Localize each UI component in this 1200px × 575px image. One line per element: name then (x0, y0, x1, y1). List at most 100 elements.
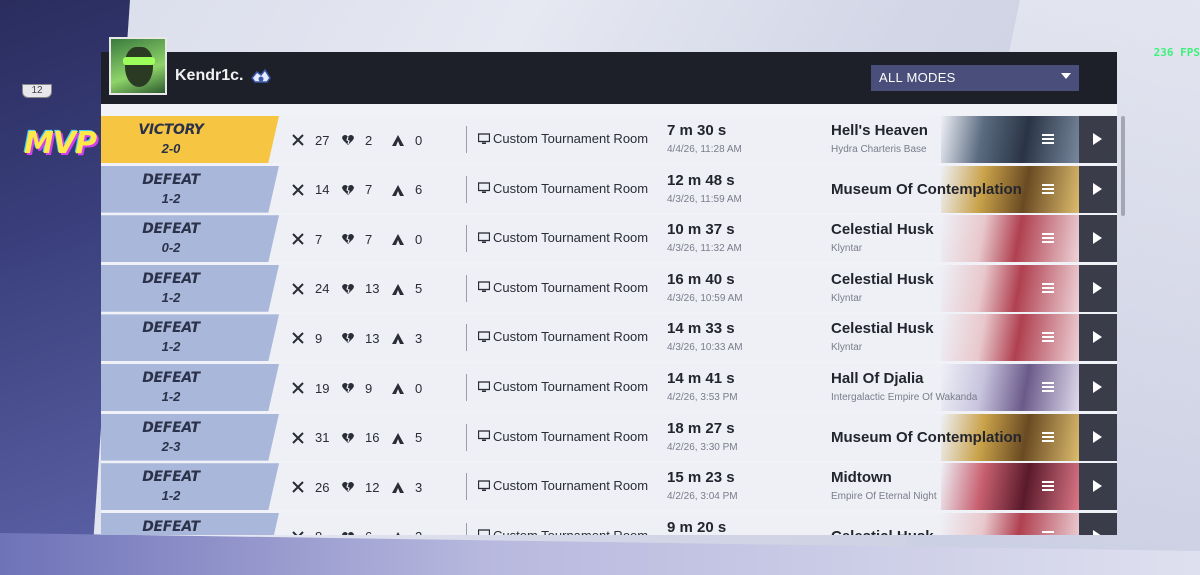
kills-value: 31 (315, 430, 330, 446)
broken-heart-icon (341, 480, 355, 494)
room-label: Custom Tournament Room (493, 131, 649, 146)
menu-icon[interactable] (1041, 231, 1055, 245)
match-row[interactable]: DEFEAT 1-2 26 12 3 Custom Tournament Roo… (101, 463, 1117, 511)
deaths-value: 2 (365, 132, 373, 148)
match-duration: 15 m 23 s (667, 469, 735, 487)
assist-icon (391, 232, 405, 246)
kills-value: 27 (315, 132, 330, 148)
kda-stats: 8 6 2 (291, 527, 441, 535)
menu-icon[interactable] (1041, 182, 1055, 196)
assist-icon (391, 282, 405, 296)
kills-value: 19 (315, 380, 330, 396)
result-badge: VICTORY 2-0 (101, 116, 279, 163)
result-label: DEFEAT (142, 320, 200, 337)
row-divider (466, 175, 467, 203)
menu-icon[interactable] (1041, 529, 1055, 535)
room-label: Custom Tournament Room (493, 329, 649, 345)
replay-button[interactable] (1079, 314, 1117, 362)
replay-button[interactable] (1079, 165, 1117, 213)
result-label: DEFEAT (142, 270, 200, 287)
monitor-icon (477, 430, 491, 442)
play-icon (1093, 281, 1102, 294)
room-label: Custom Tournament Room (493, 379, 649, 394)
avatar[interactable] (109, 37, 167, 95)
room-label: Custom Tournament Room (493, 528, 648, 535)
room-type: Custom Tournament Room (477, 478, 648, 493)
fps-counter: 236 FPS (1153, 46, 1200, 59)
match-row[interactable]: VICTORY 2-0 27 2 0 Custom Tournament Roo… (101, 116, 1117, 163)
match-row[interactable]: DEFEAT 2-3 31 16 5 Custom Tournament Roo… (101, 413, 1117, 461)
scrollbar[interactable] (1121, 116, 1125, 216)
map-name: Hell's Heaven (831, 122, 928, 139)
broken-heart-icon (341, 530, 355, 535)
play-icon (1093, 480, 1102, 493)
room-type: Custom Tournament Room (477, 329, 649, 345)
match-row[interactable]: DEFEAT 1-2 24 13 5 Custom Tournament Roo… (101, 264, 1117, 312)
match-row[interactable]: DEFEAT 0-2 7 7 0 Custom Tournament Room … (101, 215, 1117, 263)
match-row[interactable]: DEFEAT 8 6 2 Custom Tournament Room 9 m … (101, 512, 1117, 535)
result-badge: DEFEAT 1-2 (101, 314, 279, 362)
menu-icon[interactable] (1041, 380, 1055, 394)
match-duration: 7 m 30 s (667, 122, 727, 139)
match-date: 4/3/26, 11:32 AM (667, 243, 742, 255)
row-divider (466, 324, 467, 352)
chevron-down-icon (1061, 73, 1071, 79)
assists-value: 2 (405, 529, 441, 535)
menu-icon[interactable] (1041, 479, 1055, 493)
map-region: Klyntar (831, 292, 863, 304)
menu-icon[interactable] (1041, 330, 1055, 344)
kda-stats: 9 13 3 (291, 328, 441, 348)
replay-button[interactable] (1079, 215, 1117, 263)
map-region: Klyntar (831, 243, 863, 255)
kills-value: 9 (315, 330, 323, 346)
result-label: DEFEAT (142, 419, 200, 436)
replay-button[interactable] (1079, 264, 1117, 312)
result-badge: DEFEAT (101, 512, 279, 535)
deaths-value: 12 (365, 479, 380, 495)
assists-value: 3 (415, 479, 423, 495)
row-divider (466, 274, 467, 302)
result-badge: DEFEAT 1-2 (101, 463, 279, 511)
replay-button[interactable] (1079, 463, 1117, 511)
play-icon (1093, 331, 1102, 344)
room-type: Custom Tournament Room (477, 528, 648, 535)
map-name: Midtown (831, 469, 892, 487)
match-date: 4/2/26, 3:53 PM (667, 392, 738, 403)
menu-icon[interactable] (1041, 132, 1055, 146)
kda-stats: 26 12 3 (291, 477, 441, 497)
assist-icon (391, 480, 405, 494)
broken-heart-icon (341, 381, 355, 395)
match-row[interactable]: DEFEAT 1-2 19 9 0 Custom Tournament Room… (101, 364, 1117, 411)
result-label: DEFEAT (142, 469, 200, 486)
avatar-mask (123, 57, 155, 65)
match-duration: 12 m 48 s (667, 171, 735, 189)
deaths-value: 16 (365, 430, 380, 446)
assist-icon (391, 133, 405, 147)
match-history-panel: Kendr1c. ALL MODES VICTORY 2-0 27 2 0 Cu… (101, 37, 1117, 535)
menu-icon[interactable] (1041, 430, 1055, 444)
replay-button[interactable] (1079, 413, 1117, 461)
map-thumbnail (941, 512, 1081, 535)
assist-icon (391, 331, 405, 345)
replay-button[interactable] (1079, 364, 1117, 411)
map-thumbnail (941, 364, 1081, 411)
crossed-swords-icon (291, 183, 305, 197)
mode-select[interactable]: ALL MODES (871, 65, 1079, 91)
replay-button[interactable] (1079, 116, 1117, 163)
kda-stats: 27 2 0 (291, 130, 441, 150)
match-date: 4/3/26, 11:59 AM (667, 193, 742, 205)
map-thumbnail (941, 463, 1081, 511)
map-region: Klyntar (831, 342, 863, 354)
broken-heart-icon (341, 232, 355, 246)
match-list: VICTORY 2-0 27 2 0 Custom Tournament Roo… (101, 104, 1117, 535)
room-type: Custom Tournament Room (477, 280, 648, 295)
map-thumbnail (941, 264, 1081, 312)
broken-heart-icon (341, 183, 355, 197)
replay-button[interactable] (1079, 512, 1117, 535)
deaths-value: 7 (365, 182, 373, 198)
match-row[interactable]: DEFEAT 1-2 14 7 6 Custom Tournament Room… (101, 165, 1117, 213)
row-divider (466, 473, 467, 501)
match-duration: 14 m 41 s (667, 370, 735, 387)
menu-icon[interactable] (1041, 281, 1055, 295)
match-row[interactable]: DEFEAT 1-2 9 13 3 Custom Tournament Room… (101, 314, 1117, 362)
